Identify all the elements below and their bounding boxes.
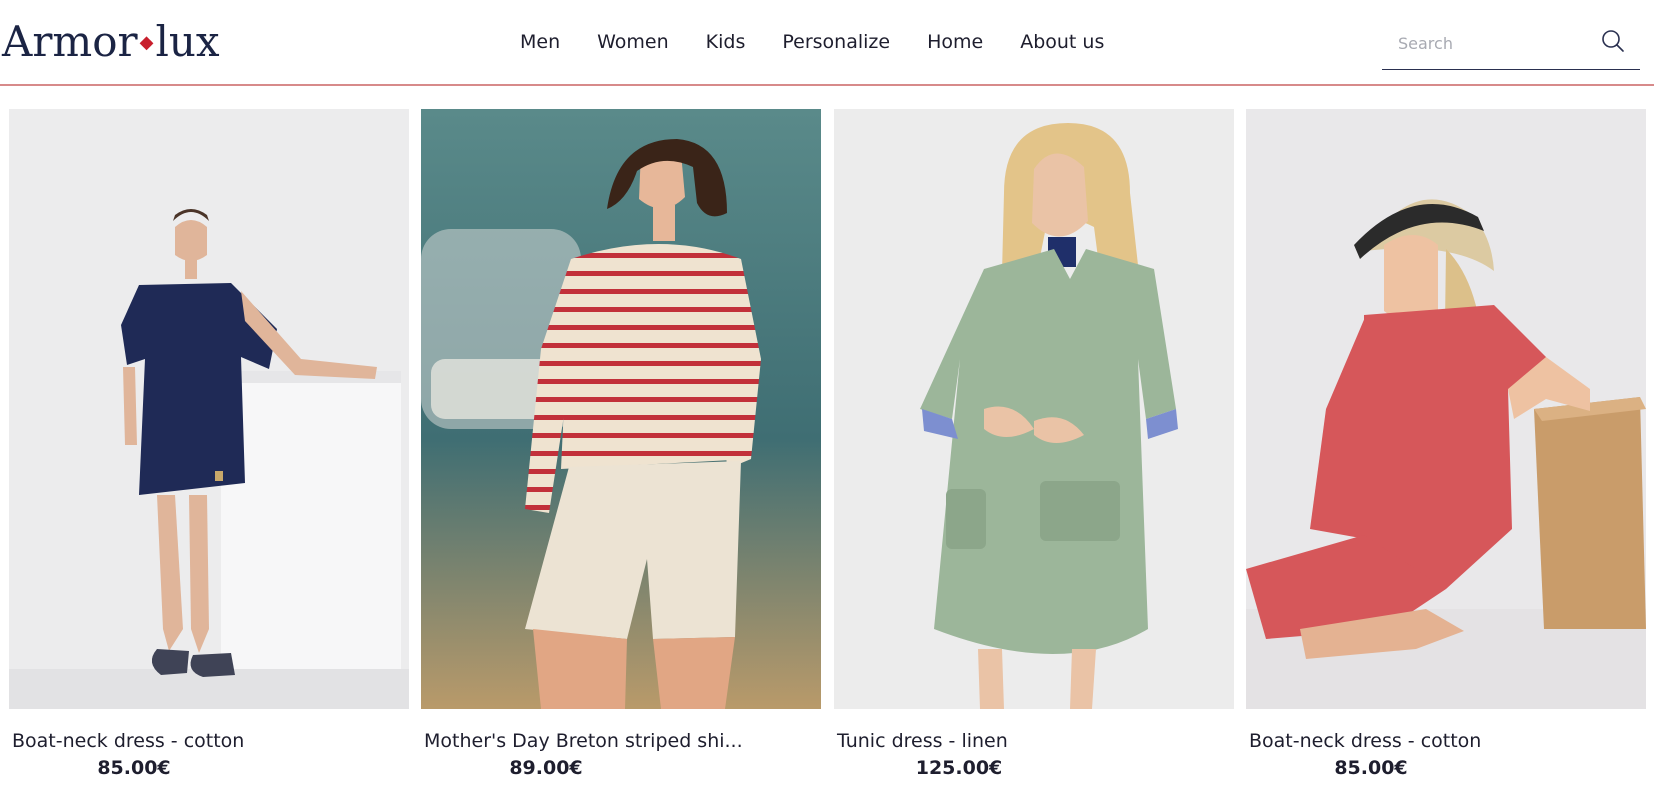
product-card[interactable]: Tunic dress - linen 125.00€ <box>834 109 1234 786</box>
main-nav: Men Women Kids Personalize Home About us <box>520 30 1141 54</box>
search-input[interactable] <box>1398 28 1598 58</box>
search-box <box>1382 22 1640 70</box>
nav-men[interactable]: Men <box>520 30 560 54</box>
product-price: 85.00€ <box>97 757 171 779</box>
logo-text-left: Armor <box>2 17 138 66</box>
site-header: Armor ◆lux Men Women Kids Personalize Hom… <box>0 0 1654 86</box>
nav-about-us[interactable]: About us <box>1020 30 1104 54</box>
logo-diamond: ◆ <box>139 32 154 53</box>
search-icon[interactable] <box>1600 28 1626 54</box>
logo-text-right: lux <box>155 17 220 66</box>
product-image[interactable] <box>834 109 1234 709</box>
product-title[interactable]: Mother's Day Breton striped shi... <box>424 729 743 753</box>
product-title[interactable]: Boat-neck dress - cotton <box>12 729 244 753</box>
product-card[interactable]: Boat-neck dress - cotton 85.00€ <box>9 109 409 786</box>
product-price: 89.00€ <box>509 757 583 779</box>
product-price: 85.00€ <box>1334 757 1408 779</box>
product-image[interactable] <box>9 109 409 709</box>
product-card[interactable]: Boat-neck dress - cotton 85.00€ <box>1246 109 1646 786</box>
product-grid: Boat-neck dress - cotton 85.00€ Mother's… <box>9 109 1651 786</box>
nav-kids[interactable]: Kids <box>706 30 746 54</box>
nav-personalize[interactable]: Personalize <box>782 30 890 54</box>
nav-women[interactable]: Women <box>597 30 669 54</box>
product-card[interactable]: Mother's Day Breton striped shi... 89.00… <box>421 109 821 786</box>
product-title[interactable]: Tunic dress - linen <box>837 729 1008 753</box>
armorlux-logo[interactable]: Armor ◆lux <box>2 16 220 71</box>
product-image[interactable] <box>421 109 821 709</box>
product-image[interactable] <box>1246 109 1646 709</box>
product-price: 125.00€ <box>915 757 1003 779</box>
nav-home[interactable]: Home <box>927 30 983 54</box>
product-title[interactable]: Boat-neck dress - cotton <box>1249 729 1481 753</box>
